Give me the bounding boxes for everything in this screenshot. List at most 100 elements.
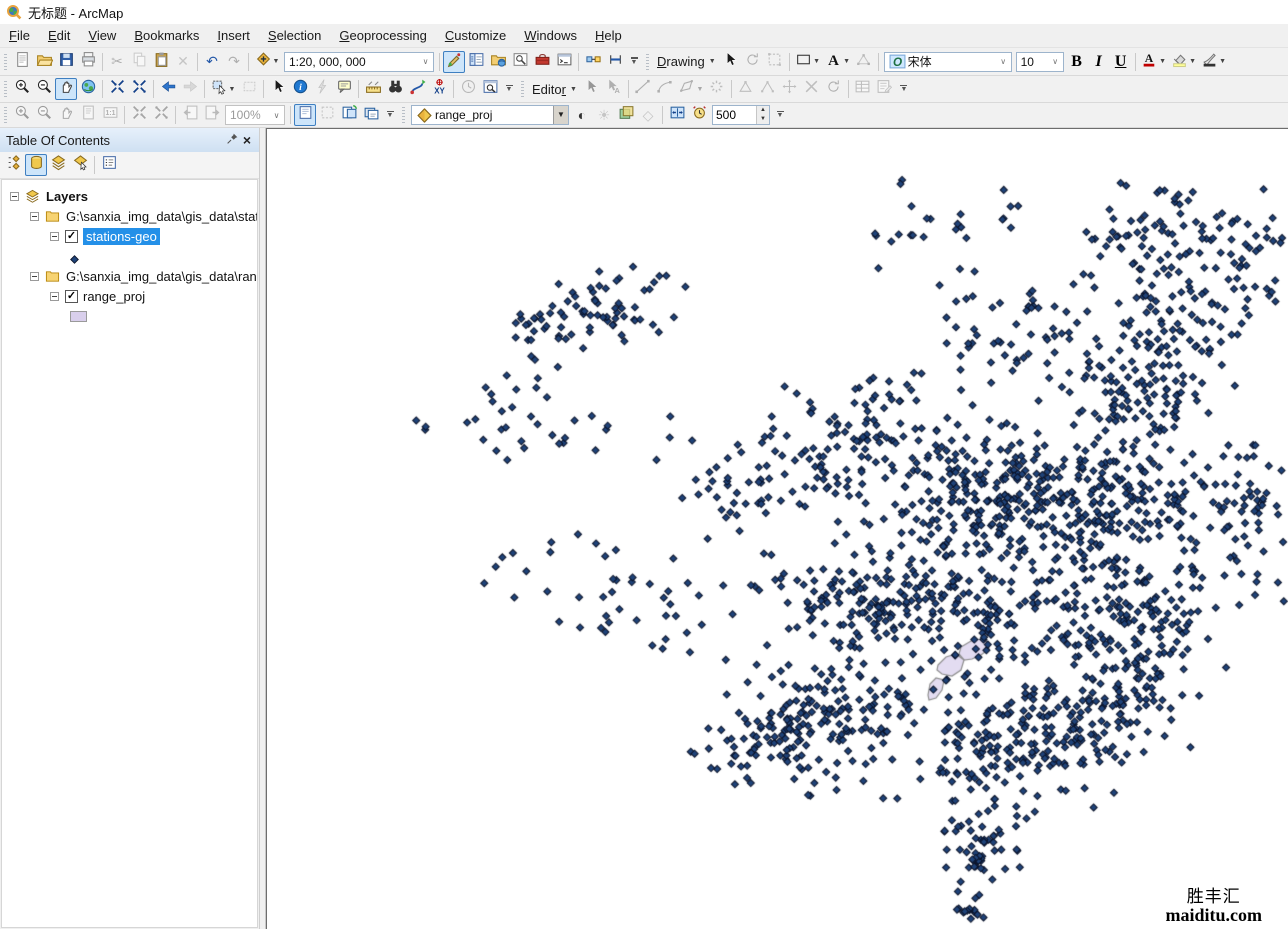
arctoolbox-button[interactable] [531, 51, 553, 73]
toc-list-by-visibility-button[interactable] [47, 154, 69, 176]
collapse-icon[interactable] [50, 232, 59, 241]
spin-up-icon[interactable]: ▲ [757, 106, 769, 115]
toolbar-grip[interactable] [646, 54, 649, 70]
save-button[interactable] [55, 51, 77, 73]
data-driven-pages-button[interactable] [360, 104, 382, 126]
layer-visibility-checkbox[interactable]: ✓ [65, 290, 78, 303]
menu-windows[interactable]: Windows [515, 25, 586, 46]
close-icon[interactable]: × [239, 132, 255, 148]
toolbar-grip[interactable] [4, 107, 7, 123]
menu-selection[interactable]: Selection [259, 25, 330, 46]
toc-list-by-drawing-order-button[interactable] [3, 154, 25, 176]
change-layout-button[interactable] [338, 104, 360, 126]
effects-layer-combo[interactable]: range_proj▼ [411, 105, 569, 125]
fixed-zoom-in-button[interactable] [106, 78, 128, 100]
modelbuilder-button[interactable] [582, 51, 604, 73]
bold-button[interactable]: B [1066, 51, 1088, 73]
toolbar-grip[interactable] [402, 107, 405, 123]
menu-customize[interactable]: Customize [436, 25, 515, 46]
drawing-menu[interactable]: Drawing▼ [653, 54, 720, 69]
collapse-icon[interactable] [50, 292, 59, 301]
toolbar-grip[interactable] [4, 81, 7, 97]
chevron-down-icon[interactable]: ∨ [269, 111, 284, 120]
menu-bookmarks[interactable]: Bookmarks [125, 25, 208, 46]
font-size-combo[interactable]: 10∨ [1016, 52, 1064, 72]
menu-file[interactable]: File [0, 25, 39, 46]
table-of-contents-button[interactable] [465, 51, 487, 73]
zoom-percent-combo[interactable]: 100%∨ [225, 105, 285, 125]
catalog-button[interactable] [487, 51, 509, 73]
group-heading-range-label[interactable]: G:\sanxia_img_data\gis_data\range [66, 269, 257, 284]
select-features-button[interactable]: ▼ [208, 78, 238, 100]
identify-button[interactable]: i [289, 78, 311, 100]
transparency-button[interactable] [615, 104, 637, 126]
flicker-button[interactable] [688, 104, 710, 126]
spin-down-icon[interactable]: ▼ [757, 115, 769, 124]
chevron-down-icon[interactable]: ∨ [996, 57, 1011, 66]
shape-tool-button[interactable]: ▼ [793, 51, 823, 73]
toolbar-overflow-button[interactable]: ▼ [774, 111, 786, 120]
callout-button[interactable] [333, 78, 355, 100]
find-route-button[interactable] [406, 78, 428, 100]
add-data-button[interactable]: ▼ [252, 51, 282, 73]
graphs-button[interactable] [604, 51, 626, 73]
menu-help[interactable]: Help [586, 25, 631, 46]
menu-geoprocessing[interactable]: Geoprocessing [330, 25, 435, 46]
toolbar-grip[interactable] [521, 81, 524, 97]
toolbar-overflow-button[interactable]: ▼ [898, 85, 910, 94]
undo-button[interactable]: ↶ [201, 51, 223, 73]
toc-options-button[interactable] [98, 154, 120, 176]
zoom-in-button[interactable] [11, 78, 33, 100]
chevron-down-icon[interactable]: ∨ [1048, 57, 1063, 66]
underline-button[interactable]: U [1110, 51, 1132, 73]
go-to-xy-button[interactable]: XY [428, 78, 450, 100]
toc-list-by-source-button[interactable] [25, 154, 47, 176]
pan-button[interactable] [55, 78, 77, 100]
back-extent-button[interactable] [157, 78, 179, 100]
group-heading-stations-label[interactable]: G:\sanxia_img_data\gis_data\statio [66, 209, 257, 224]
new-map-button[interactable] [11, 51, 33, 73]
python-button[interactable] [553, 51, 575, 73]
line-color-button[interactable]: ▼ [1199, 51, 1229, 73]
menu-edit[interactable]: Edit [39, 25, 79, 46]
layer-range-proj-label[interactable]: range_proj [83, 289, 145, 304]
italic-button[interactable]: I [1088, 51, 1110, 73]
map-view[interactable]: 胜丰汇 maiditu.com [266, 128, 1288, 929]
layer-stations-geo-label[interactable]: stations-geo [83, 228, 160, 245]
measure-button[interactable] [362, 78, 384, 100]
toolbar-overflow-button[interactable]: ▼ [384, 111, 396, 120]
menu-view[interactable]: View [79, 25, 125, 46]
collapse-icon[interactable] [30, 272, 39, 281]
open-button[interactable] [33, 51, 55, 73]
full-extent-button[interactable] [77, 78, 99, 100]
print-button[interactable] [77, 51, 99, 73]
font-combo[interactable]: O宋体∨ [884, 52, 1012, 72]
layer-visibility-checkbox[interactable]: ✓ [65, 230, 78, 243]
select-elements-tool-button[interactable] [267, 78, 289, 100]
collapse-icon[interactable] [30, 212, 39, 221]
contrast-button[interactable]: ◐ [571, 104, 593, 126]
toolbar-grip[interactable] [4, 54, 7, 70]
pin-icon[interactable] [226, 132, 239, 148]
fixed-zoom-out-button[interactable] [128, 78, 150, 100]
menu-insert[interactable]: Insert [208, 25, 259, 46]
toc-list-by-selection-button[interactable] [69, 154, 91, 176]
fill-color-button[interactable]: ▼ [1169, 51, 1199, 73]
toggle-draft-mode-button[interactable] [294, 104, 316, 126]
toolbar-overflow-button[interactable]: ▼ [628, 57, 640, 66]
polygon-symbol-swatch[interactable] [70, 311, 87, 322]
paste-button[interactable] [150, 51, 172, 73]
editor-toolbar-toggle[interactable] [443, 51, 465, 73]
layers-group-label[interactable]: Layers [46, 189, 88, 204]
toolbar-overflow-button[interactable]: ▼ [503, 85, 515, 94]
swipe-button[interactable] [666, 104, 688, 126]
point-symbol-swatch[interactable] [70, 252, 79, 261]
search-button[interactable] [509, 51, 531, 73]
flicker-rate-spinner[interactable]: 500▲▼ [712, 105, 770, 125]
map-canvas[interactable] [267, 129, 1288, 929]
zoom-out-button[interactable] [33, 78, 55, 100]
chevron-down-icon[interactable]: ▼ [553, 106, 568, 124]
font-color-button[interactable]: A▼ [1139, 51, 1169, 73]
viewer-window-button[interactable] [479, 78, 501, 100]
text-tool-button[interactable]: A▼ [823, 51, 853, 73]
